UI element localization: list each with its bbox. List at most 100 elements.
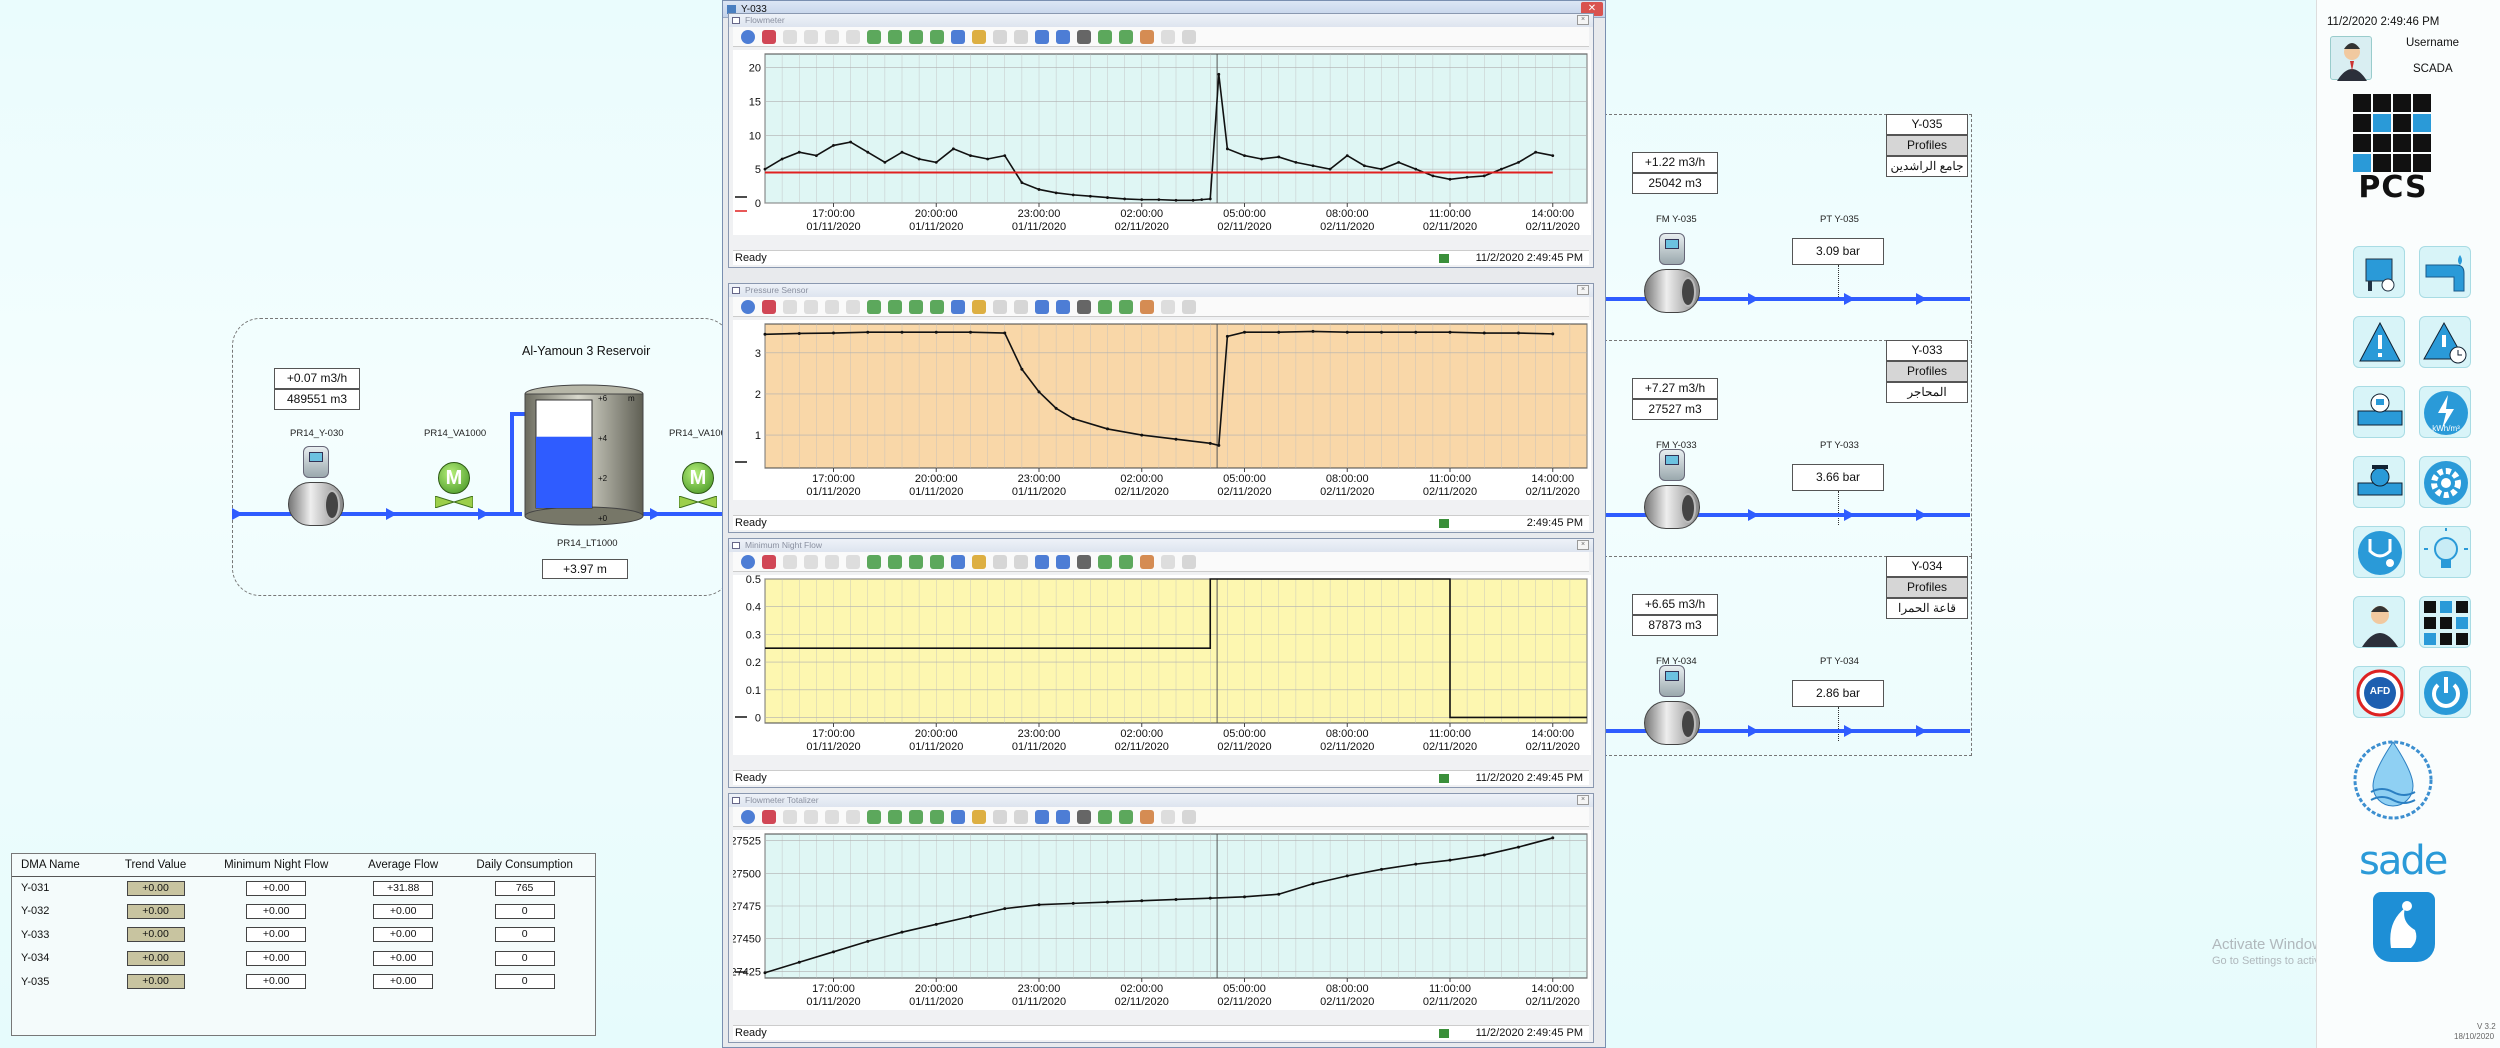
toolbar-tool-icon[interactable] — [741, 810, 755, 824]
toolbar-tool-icon[interactable] — [1077, 300, 1091, 314]
flowmeter-icon[interactable] — [1644, 233, 1700, 317]
toolbar-tool-icon[interactable] — [1140, 810, 1154, 824]
toolbar-tool-icon[interactable] — [951, 30, 965, 44]
toolbar-tool-icon[interactable] — [867, 300, 881, 314]
toolbar-tool-icon[interactable] — [951, 300, 965, 314]
panel-close-button[interactable]: × — [1577, 795, 1589, 805]
panel-close-button[interactable]: × — [1577, 15, 1589, 25]
power-icon[interactable] — [2419, 666, 2471, 718]
toolbar-tool-icon[interactable] — [1140, 300, 1154, 314]
toolbar-tool-icon[interactable] — [804, 300, 818, 314]
toolbar-tool-icon[interactable] — [1140, 555, 1154, 569]
operator-icon[interactable] — [2353, 596, 2405, 648]
toolbar-tool-icon[interactable] — [1056, 300, 1070, 314]
toolbar-tool-icon[interactable] — [1056, 555, 1070, 569]
stethoscope-icon[interactable] — [2353, 526, 2405, 578]
toolbar-tool-icon[interactable] — [972, 810, 986, 824]
toolbar-tool-icon[interactable] — [930, 300, 944, 314]
settings-gear-icon[interactable] — [2419, 456, 2471, 508]
toolbar-tool-icon[interactable] — [972, 300, 986, 314]
toolbar-tool-icon[interactable] — [1056, 30, 1070, 44]
toolbar-tool-icon[interactable] — [762, 810, 776, 824]
pipe-leak-icon[interactable] — [2419, 246, 2471, 298]
toolbar-tool-icon[interactable] — [972, 30, 986, 44]
trend-chart[interactable]: 00.10.20.30.40.517:00:0001/11/202020:00:… — [733, 575, 1591, 755]
toolbar-tool-icon[interactable] — [1014, 810, 1028, 824]
toolbar-tool-icon[interactable] — [888, 300, 902, 314]
toolbar-tool-icon[interactable] — [951, 810, 965, 824]
toolbar-tool-icon[interactable] — [1098, 300, 1112, 314]
trend-panel[interactable]: Flowmeter Totalizer × 27425 27450 27475 27500… — [728, 793, 1594, 1043]
toolbar-tool-icon[interactable] — [1119, 30, 1133, 44]
toolbar-tool-icon[interactable] — [909, 300, 923, 314]
toolbar-tool-icon[interactable] — [783, 555, 797, 569]
toolbar-tool-icon[interactable] — [741, 30, 755, 44]
toolbar-tool-icon[interactable] — [1077, 555, 1091, 569]
toolbar-tool-icon[interactable] — [1182, 810, 1196, 824]
toolbar-tool-icon[interactable] — [1161, 300, 1175, 314]
panel-close-button[interactable]: × — [1577, 540, 1589, 550]
toolbar-tool-icon[interactable] — [1098, 810, 1112, 824]
toolbar-tool-icon[interactable] — [993, 810, 1007, 824]
toolbar-tool-icon[interactable] — [930, 810, 944, 824]
toolbar-tool-icon[interactable] — [762, 555, 776, 569]
toolbar-tool-icon[interactable] — [888, 810, 902, 824]
toolbar-tool-icon[interactable] — [846, 300, 860, 314]
trend-chart[interactable]: 12317:00:0001/11/202020:00:0001/11/20202… — [733, 320, 1591, 500]
motor-valve-va100-icon[interactable]: M — [679, 462, 717, 508]
toolbar-tool-icon[interactable] — [1119, 810, 1133, 824]
toolbar-tool-icon[interactable] — [972, 555, 986, 569]
toolbar-tool-icon[interactable] — [783, 30, 797, 44]
toolbar-tool-icon[interactable] — [1098, 30, 1112, 44]
toolbar-tool-icon[interactable] — [909, 30, 923, 44]
toolbar-tool-icon[interactable] — [1182, 300, 1196, 314]
site-profiles-button[interactable]: Profiles — [1886, 135, 1968, 156]
grid-icon[interactable] — [2419, 596, 2471, 648]
toolbar-tool-icon[interactable] — [846, 555, 860, 569]
toolbar-tool-icon[interactable] — [1119, 300, 1133, 314]
toolbar-tool-icon[interactable] — [825, 300, 839, 314]
toolbar-tool-icon[interactable] — [1014, 555, 1028, 569]
toolbar-tool-icon[interactable] — [1098, 555, 1112, 569]
toolbar-tool-icon[interactable] — [825, 555, 839, 569]
toolbar-tool-icon[interactable] — [825, 810, 839, 824]
toolbar-tool-icon[interactable] — [741, 555, 755, 569]
toolbar-tool-icon[interactable] — [930, 555, 944, 569]
toolbar-tool-icon[interactable] — [909, 810, 923, 824]
water-tank-icon[interactable] — [2353, 246, 2405, 298]
toolbar-tool-icon[interactable] — [1161, 555, 1175, 569]
toolbar-tool-icon[interactable] — [1035, 300, 1049, 314]
toolbar-tool-icon[interactable] — [1140, 30, 1154, 44]
toolbar-tool-icon[interactable] — [1182, 30, 1196, 44]
afd-logo[interactable]: AFD — [2353, 666, 2405, 718]
flowmeter-icon[interactable] — [1644, 449, 1700, 533]
flowmeter-icon[interactable] — [2353, 386, 2405, 438]
toolbar-tool-icon[interactable] — [867, 810, 881, 824]
user-avatar-icon[interactable] — [2330, 36, 2372, 81]
lightbulb-icon[interactable] — [2419, 526, 2471, 578]
toolbar-tool-icon[interactable] — [888, 555, 902, 569]
toolbar-tool-icon[interactable] — [1014, 300, 1028, 314]
toolbar-tool-icon[interactable] — [762, 30, 776, 44]
site-profiles-button[interactable]: Profiles — [1886, 361, 1968, 382]
alarm-clock-icon[interactable] — [2419, 316, 2471, 368]
trend-panel[interactable]: Minimum Night Flow × 0 0.1 0.2 0.3 0.4 0.5 17:00… — [728, 538, 1594, 788]
toolbar-tool-icon[interactable] — [804, 30, 818, 44]
toolbar-tool-icon[interactable] — [783, 810, 797, 824]
toolbar-tool-icon[interactable] — [1035, 30, 1049, 44]
toolbar-tool-icon[interactable] — [1035, 810, 1049, 824]
toolbar-tool-icon[interactable] — [951, 555, 965, 569]
valve-icon[interactable] — [2353, 456, 2405, 508]
toolbar-tool-icon[interactable] — [846, 810, 860, 824]
toolbar-tool-icon[interactable] — [804, 810, 818, 824]
toolbar-tool-icon[interactable] — [825, 30, 839, 44]
toolbar-tool-icon[interactable] — [993, 555, 1007, 569]
site-profiles-button[interactable]: Profiles — [1886, 577, 1968, 598]
toolbar-tool-icon[interactable] — [993, 30, 1007, 44]
energy-icon[interactable]: kWh/m³ — [2419, 386, 2471, 438]
panel-close-button[interactable]: × — [1577, 285, 1589, 295]
toolbar-tool-icon[interactable] — [1077, 30, 1091, 44]
toolbar-tool-icon[interactable] — [993, 300, 1007, 314]
toolbar-tool-icon[interactable] — [909, 555, 923, 569]
toolbar-tool-icon[interactable] — [867, 30, 881, 44]
